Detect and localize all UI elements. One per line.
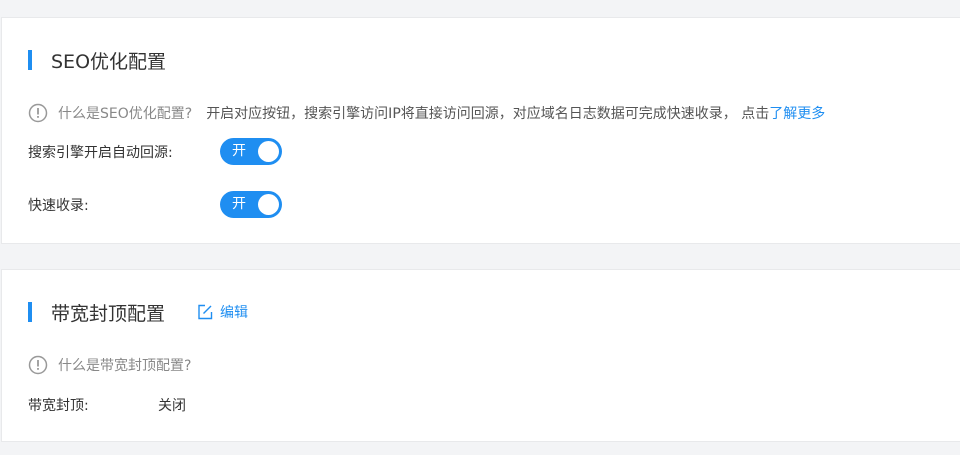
bandwidth-cap-label: 带宽封顶: bbox=[28, 398, 89, 414]
bandwidth-cap-panel: 带宽封顶配置 编辑 什么是带宽封顶配置? 带宽封顶: 关闭 bbox=[1, 269, 960, 442]
seo-info-row: 什么是SEO优化配置? 开启对应按钮，搜索引擎访问IP将直接访问回源，对应域名日… bbox=[28, 103, 825, 123]
info-circle-icon bbox=[28, 103, 48, 123]
toggle-on-text: 开 bbox=[232, 143, 246, 159]
section-accent-bar bbox=[28, 50, 32, 70]
fast-index-row: 快速收录: 开 bbox=[28, 191, 282, 218]
learn-more-link[interactable]: 了解更多 bbox=[769, 103, 825, 123]
edit-label: 编辑 bbox=[220, 305, 249, 321]
bandwidth-info-row: 什么是带宽封顶配置? bbox=[28, 355, 191, 375]
auto-origin-row: 搜索引擎开启自动回源: 开 bbox=[28, 138, 282, 165]
seo-section-header: SEO优化配置 bbox=[28, 49, 167, 73]
bandwidth-info-question: 什么是带宽封顶配置? bbox=[58, 358, 192, 374]
seo-info-description: 开启对应按钮，搜索引擎访问IP将直接访问回源，对应域名日志数据可完成快速收录， … bbox=[206, 106, 770, 122]
toggle-on-text: 开 bbox=[232, 196, 246, 212]
bandwidth-cap-row: 带宽封顶: 关闭 bbox=[28, 395, 186, 415]
seo-config-panel: SEO优化配置 什么是SEO优化配置? 开启对应按钮，搜索引擎访问IP将直接访问… bbox=[1, 17, 960, 244]
section-accent-bar bbox=[28, 302, 32, 322]
edit-button[interactable]: 编辑 bbox=[197, 302, 248, 322]
seo-info-question: 什么是SEO优化配置? bbox=[58, 106, 193, 122]
toggle-knob bbox=[258, 194, 279, 215]
seo-section-title: SEO优化配置 bbox=[51, 50, 167, 73]
info-circle-icon bbox=[28, 355, 48, 375]
bandwidth-cap-value: 关闭 bbox=[158, 398, 186, 414]
fast-index-label: 快速收录: bbox=[28, 197, 89, 214]
auto-origin-toggle[interactable]: 开 bbox=[220, 138, 282, 165]
fast-index-toggle[interactable]: 开 bbox=[220, 191, 282, 218]
auto-origin-label: 搜索引擎开启自动回源: bbox=[28, 144, 173, 161]
edit-icon bbox=[198, 304, 213, 320]
toggle-knob bbox=[258, 141, 279, 162]
bandwidth-section-header: 带宽封顶配置 编辑 bbox=[28, 301, 248, 325]
bandwidth-section-title: 带宽封顶配置 bbox=[51, 302, 166, 325]
